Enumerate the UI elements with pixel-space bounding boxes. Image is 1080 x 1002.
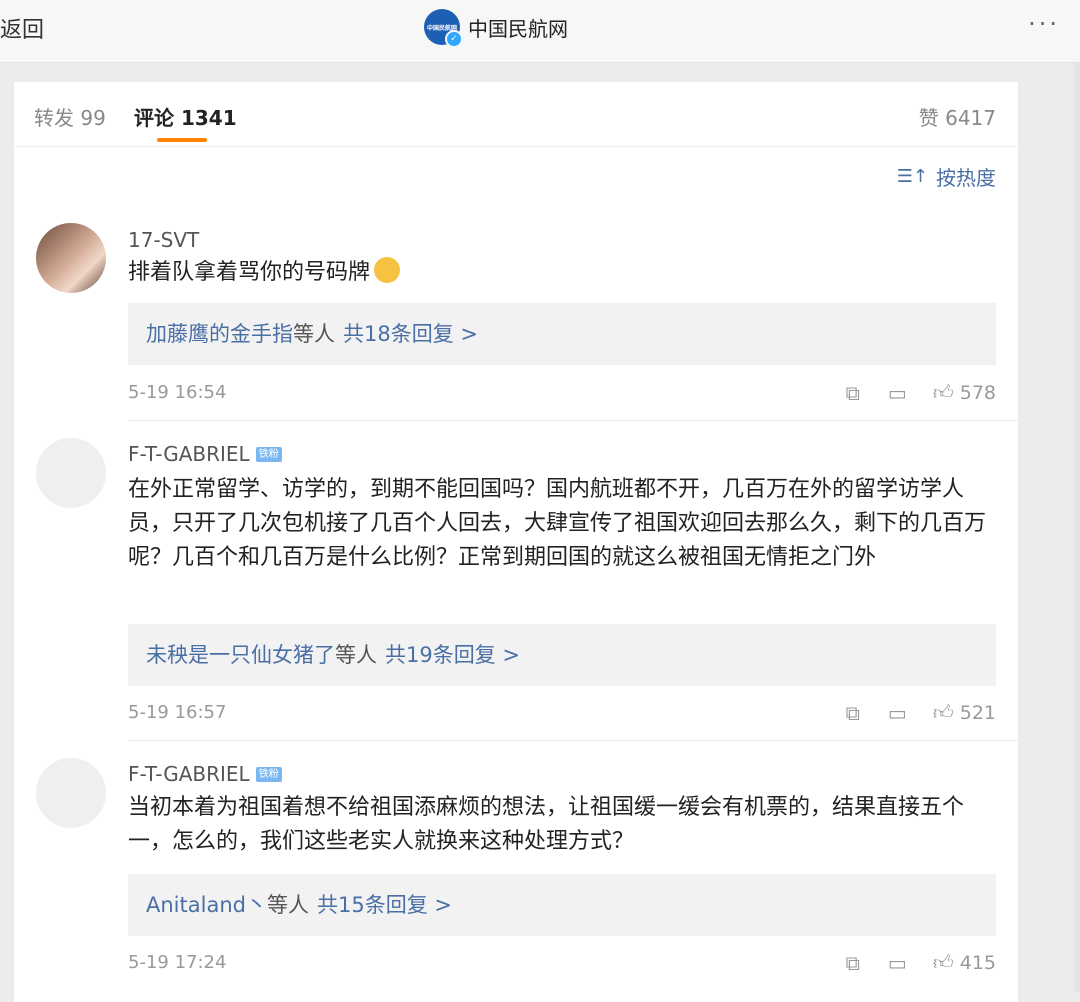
comment-actions: ⧉ ▭ 👍︎ 521 <box>818 700 996 725</box>
comment-icon[interactable]: ▭ <box>888 951 907 975</box>
more-menu-button[interactable]: ··· <box>1028 10 1060 38</box>
back-button[interactable]: 返回 <box>0 12 44 44</box>
comment-icon[interactable]: ▭ <box>888 701 907 725</box>
avatar[interactable] <box>36 438 106 508</box>
avatar[interactable] <box>36 758 106 828</box>
reply-count[interactable]: 共18条回复 > <box>343 322 478 346</box>
avatar[interactable] <box>36 223 106 293</box>
comment-username[interactable]: F-T-GABRIEL 铁粉 <box>128 442 282 466</box>
replies-summary[interactable]: 未秧是一只仙女猪了等人 共19条回复 > <box>128 624 996 686</box>
reply-count[interactable]: 共15条回复 > <box>317 893 452 917</box>
comment-time: 5-19 16:54 <box>128 382 227 403</box>
fan-badge: 铁粉 <box>255 446 282 462</box>
reply-author[interactable]: 加藤鹰的金手指 <box>146 322 293 346</box>
like-count: 415 <box>959 951 996 974</box>
active-tab-indicator <box>157 138 207 142</box>
reply-etc: 等人 <box>335 643 377 667</box>
site-header[interactable]: 中国民航网 ✓ 中国民航网 <box>424 8 568 48</box>
username-text: 17-SVT <box>128 228 200 252</box>
verified-icon: ✓ <box>445 30 463 48</box>
comments-card: 转发 99 评论 1341 赞 6417 ☰↑ 按热度 17-SVT 排着队拿着… <box>14 82 1018 1002</box>
like-count: 521 <box>959 701 996 724</box>
reply-etc: 等人 <box>266 893 309 917</box>
share-icon[interactable]: ⧉ <box>846 701 860 725</box>
sort-button[interactable]: ☰↑ 按热度 <box>897 162 996 191</box>
thumbs-up-icon[interactable]: 👍︎ <box>933 950 954 975</box>
username-text: F-T-GABRIEL <box>128 442 250 466</box>
comment-time: 5-19 17:24 <box>128 952 227 973</box>
comment-icon[interactable]: ▭ <box>888 381 907 405</box>
comment-actions: ⧉ ▭ 👍︎ 578 <box>818 380 996 405</box>
comment-text: 在外正常留学、访学的，到期不能回国吗？国内航班都不开，几百万在外的留学访学人员，… <box>128 477 987 570</box>
sort-icon: ☰↑ <box>896 166 928 187</box>
tab-repost[interactable]: 转发 99 <box>34 102 106 131</box>
comment-username[interactable]: 17-SVT <box>128 228 199 252</box>
site-logo-icon: 中国民航网 ✓ <box>424 9 463 48</box>
tab-like[interactable]: 赞 6417 <box>919 102 996 131</box>
reply-author[interactable]: 未秧是一只仙女猪了 <box>146 643 335 667</box>
kiss-emoji-icon <box>374 257 401 283</box>
comment-time: 5-19 16:57 <box>128 702 227 723</box>
top-nav-bar: 返回 中国民航网 ✓ 中国民航网 ··· <box>0 0 1080 63</box>
comment-actions: ⧉ ▭ 👍︎ 415 <box>818 950 996 975</box>
sort-label: 按热度 <box>936 166 996 190</box>
comment-username[interactable]: F-T-GABRIEL 铁粉 <box>128 762 282 786</box>
divider <box>128 740 1018 741</box>
username-text: F-T-GABRIEL <box>128 762 250 786</box>
replies-summary[interactable]: 加藤鹰的金手指等人 共18条回复 > <box>128 303 996 365</box>
scrollbar[interactable] <box>1074 62 1080 992</box>
tab-bar: 转发 99 评论 1341 赞 6417 <box>14 82 1018 147</box>
reply-etc: 等人 <box>293 322 335 346</box>
replies-summary[interactable]: Anitaland丶等人 共15条回复 > <box>128 874 996 936</box>
comment-text-content: 排着队拿着骂你的号码牌 <box>128 260 371 285</box>
reply-count[interactable]: 共19条回复 > <box>385 643 520 667</box>
reply-author[interactable]: Anitaland丶 <box>146 893 267 917</box>
share-icon[interactable]: ⧉ <box>846 381 860 405</box>
comment-text: 排着队拿着骂你的号码牌 <box>128 256 988 290</box>
comment-text: 当初本着为祖国着想不给祖国添麻烦的想法，让祖国缓一缓会有机票的，结果直接五个一，… <box>128 795 965 854</box>
share-icon[interactable]: ⧉ <box>846 951 860 975</box>
thumbs-up-icon[interactable]: 👍︎ <box>933 380 954 405</box>
thumbs-up-icon[interactable]: 👍︎ <box>933 700 954 725</box>
tab-comment[interactable]: 评论 1341 <box>134 102 237 131</box>
site-name: 中国民航网 <box>468 16 568 41</box>
fan-badge: 铁粉 <box>255 766 282 782</box>
divider <box>128 420 1018 421</box>
like-count: 578 <box>959 381 996 404</box>
